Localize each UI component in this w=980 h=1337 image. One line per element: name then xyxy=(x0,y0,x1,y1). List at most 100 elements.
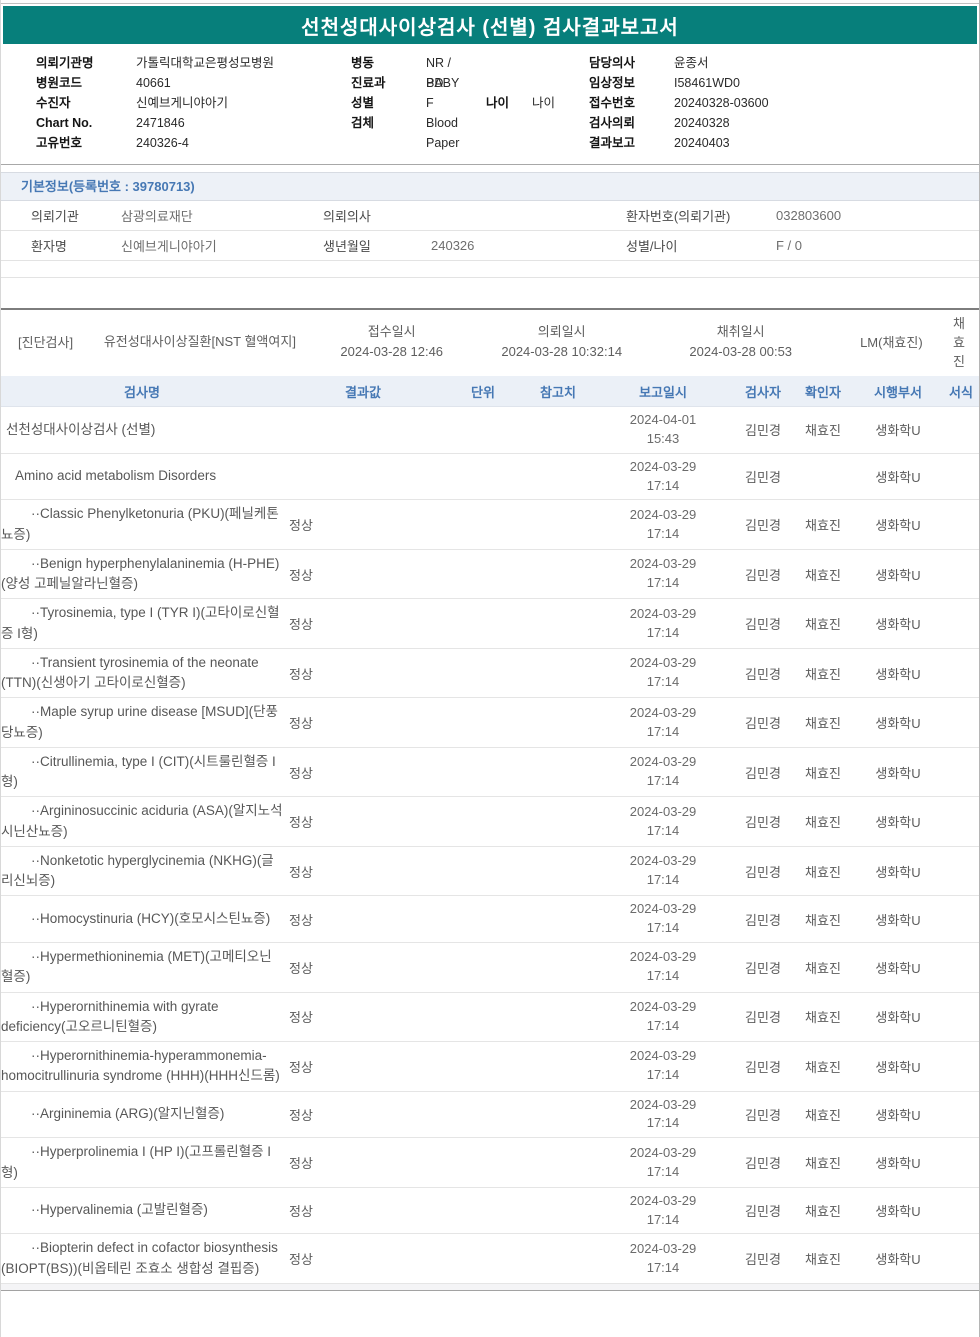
test-name-cell: ··Argininemia (ARG)(알지닌혈증) xyxy=(31,1106,225,1122)
department-cell: 생화학U xyxy=(875,1010,921,1026)
tester-cell: 김민경 xyxy=(745,815,781,831)
confirmer-cell: 채효진 xyxy=(805,666,841,682)
confirmer-cell: 채효진 xyxy=(805,1107,841,1123)
report-datetime: 2024-03-29 17:14 xyxy=(629,704,697,739)
table-row[interactable]: ··Argininemia (ARG)(알지닌혈증) 정상 2024-03-29 1… xyxy=(1,1092,979,1139)
field-value: PD xyxy=(426,76,444,90)
report-datetime-cell: 2024-03-29 17:14 xyxy=(593,1096,733,1134)
meta-datetime: 의뢰일시 2024-03-28 10:32:14 xyxy=(472,322,652,361)
patient-info-col-middle: 병동 NR / BABY 진료과 PD 성별 F 나이 나이 검체 Blood Paper xyxy=(351,53,589,153)
field-row: 성별 F 나이 나이 xyxy=(351,93,589,113)
table-footer-band xyxy=(1,1283,979,1291)
table-row[interactable]: 선천성대사이상검사 (선별) 2024-04-01 15:43 김민경 채효진 생화학U xyxy=(1,407,979,454)
field-row: Chart No. 2471846 xyxy=(36,113,351,133)
report-datetime: 2024-03-29 17:14 xyxy=(629,1048,697,1083)
basic-info-rows: 의뢰기관 삼광의료재단 의뢰의사 환자번호(의뢰기관) 032803600 환자명 신예브게… xyxy=(1,201,979,261)
field-row: 접수번호 20240328-03600 xyxy=(589,93,979,113)
department-cell: 생화학U xyxy=(875,1156,921,1171)
report-datetime: 2024-04-01 15:43 xyxy=(629,412,697,446)
field-label: 접수번호 xyxy=(589,96,636,110)
report-datetime: 2024-03-29 17:14 xyxy=(629,754,697,789)
table-row[interactable]: ··Benign hyperphenylalaninemia (H-PHE)(양… xyxy=(1,550,979,600)
field-value: 240326-4 xyxy=(136,136,189,150)
tester-cell: 김민경 xyxy=(745,423,781,439)
col-header-unit: 단위 xyxy=(471,384,495,400)
report-datetime: 2024-03-29 17:14 xyxy=(629,556,697,591)
department-cell: 생화학U xyxy=(875,518,921,534)
table-row[interactable]: ··Classic Phenylketonuria (PKU)(페닐케톤뇨증) 정… xyxy=(1,500,979,550)
field-value: 032803600 xyxy=(776,208,842,223)
test-name-cell: 선천성대사이상검사 (선별) xyxy=(6,421,156,437)
report-title: 선천성대사이상검사 (선별) 검사결과보고서 xyxy=(301,16,679,39)
results-table-header: 검사명 결과값 단위 참고치 보고일시 검사자 확인자 시행부서 서식 xyxy=(1,376,979,407)
col-header-department: 시행부서 xyxy=(874,384,922,400)
field-value: NR / BABY xyxy=(426,56,460,90)
table-row[interactable]: ··Hypermethioninemia (MET)(고메티오닌혈증) 정상 202… xyxy=(1,943,979,993)
field-label: 생년월일 xyxy=(323,239,371,254)
field-value: 가톨릭대학교은평성모병원 xyxy=(136,56,275,70)
department-cell: 생화학U xyxy=(875,617,921,633)
result-value-cell: 정상 xyxy=(289,1059,313,1075)
result-value-cell: 정상 xyxy=(289,1156,313,1171)
field-label: 의뢰기관명 xyxy=(36,56,94,70)
report-datetime-cell: 2024-03-29 17:14 xyxy=(593,605,733,643)
report-datetime-cell: 2024-03-29 17:14 xyxy=(593,1047,733,1085)
table-row[interactable]: ··Argininosuccinic aciduria (ASA)(알지노석시닌… xyxy=(1,797,979,847)
tester-cell: 김민경 xyxy=(745,518,781,534)
table-row[interactable]: ··Hyperornithinemia with gyrate deficien… xyxy=(1,993,979,1043)
report-page: 선천성대사이상검사 (선별) 검사결과보고서 의뢰기관명 가톨릭대학교은평성모병원… xyxy=(0,0,980,1337)
field-value: I58461WD0 xyxy=(674,76,741,90)
test-name-cell: ··Homocystinuria (HCY)(호모시스틴뇨증) xyxy=(31,911,271,927)
table-row[interactable]: ··Citrullinemia, type I (CIT)(시트룰린혈증 I형)… xyxy=(1,748,979,798)
result-value-cell: 정상 xyxy=(289,765,313,781)
test-name-cell: ··Hyperprolinemia I (HP I)(고프롤린혈증 I형) xyxy=(1,1144,272,1180)
exam-section-tag: [진단검사] xyxy=(18,335,74,350)
collector-name: 채효진 xyxy=(953,316,965,369)
table-row[interactable]: ··Nonketotic hyperglycinemia (NKHG)(글리신뇌… xyxy=(1,847,979,897)
col-header-confirmer: 확인자 xyxy=(805,384,841,400)
table-row[interactable]: ··Hyperprolinemia I (HP I)(고프롤린혈증 I형) 정상 2… xyxy=(1,1138,979,1188)
field-row: 고유번호 240326-4 xyxy=(36,133,351,153)
field-label: 환자명 xyxy=(31,239,67,254)
field-value: 삼광의료재단 xyxy=(121,209,193,224)
tester-cell: 김민경 xyxy=(745,1010,781,1026)
tester-cell: 김민경 xyxy=(745,1156,781,1171)
report-datetime: 2024-03-29 17:14 xyxy=(629,655,697,690)
field-label: 성별/나이 xyxy=(626,239,678,254)
department-cell: 생화학U xyxy=(875,1059,921,1075)
meta-datetime-value: 2024-03-28 12:46 xyxy=(340,343,444,359)
report-datetime: 2024-03-29 17:14 xyxy=(629,949,697,984)
report-datetime-cell: 2024-03-29 17:14 xyxy=(593,753,733,791)
result-value-cell: 정상 xyxy=(289,1252,313,1268)
test-name-cell: ··Hypervalinemia (고발린혈증) xyxy=(31,1202,208,1218)
report-datetime: 2024-03-29 17:14 xyxy=(629,605,697,640)
result-value-cell: 정상 xyxy=(289,912,313,928)
col-header-format: 서식 xyxy=(949,384,973,400)
department-cell: 생화학U xyxy=(875,1252,921,1268)
table-row[interactable]: ··Transient tyrosinemia of the neonate (… xyxy=(1,649,979,699)
basic-info-empty-row xyxy=(1,261,979,278)
confirmer-cell: 채효진 xyxy=(805,765,841,781)
table-row[interactable]: ··Maple syrup urine disease [MSUD](단풍당뇨증… xyxy=(1,698,979,748)
results-table-body: 선천성대사이상검사 (선별) 2024-04-01 15:43 김민경 채효진 생화학U… xyxy=(1,407,979,1284)
field-label: 임상정보 xyxy=(589,76,636,90)
table-row[interactable]: ··Tyrosinemia, type I (TYR I)(고타이로신혈증 I형… xyxy=(1,599,979,649)
test-name-cell: ··Transient tyrosinemia of the neonate (… xyxy=(1,654,259,691)
report-datetime-cell: 2024-03-29 17:14 xyxy=(593,803,733,841)
table-row[interactable]: ··Hypervalinemia (고발린혈증) 정상 2024-03-29 17:… xyxy=(1,1188,979,1235)
report-datetime-cell: 2024-03-29 17:14 xyxy=(593,1240,733,1278)
department-cell: 생화학U xyxy=(875,470,921,486)
table-row[interactable]: ··Biopterin defect in cofactor biosynthe… xyxy=(1,1234,979,1284)
confirmer-cell: 채효진 xyxy=(805,912,841,928)
field-label: Chart No. xyxy=(36,116,93,130)
field-row: 병원코드 40661 xyxy=(36,73,351,93)
table-row[interactable]: Amino acid metabolism Disorders 2024-03-2… xyxy=(1,454,979,501)
table-row[interactable]: ··Homocystinuria (HCY)(호모시스틴뇨증) 정상 2024-03… xyxy=(1,896,979,944)
result-value-cell: 정상 xyxy=(289,617,313,633)
field-label: 진료과 xyxy=(351,76,386,90)
report-datetime-cell: 2024-04-01 15:43 xyxy=(593,411,733,449)
exam-meta-row: [진단검사] 유전성대사이상질환[NST 혈액여지] 접수일시 2024-03-2… xyxy=(1,308,979,373)
table-row[interactable]: ··Hyperornithinemia-hyperammonemia-homoc… xyxy=(1,1042,979,1092)
department-cell: 생화학U xyxy=(875,1107,921,1123)
result-value-cell: 정상 xyxy=(289,666,313,682)
